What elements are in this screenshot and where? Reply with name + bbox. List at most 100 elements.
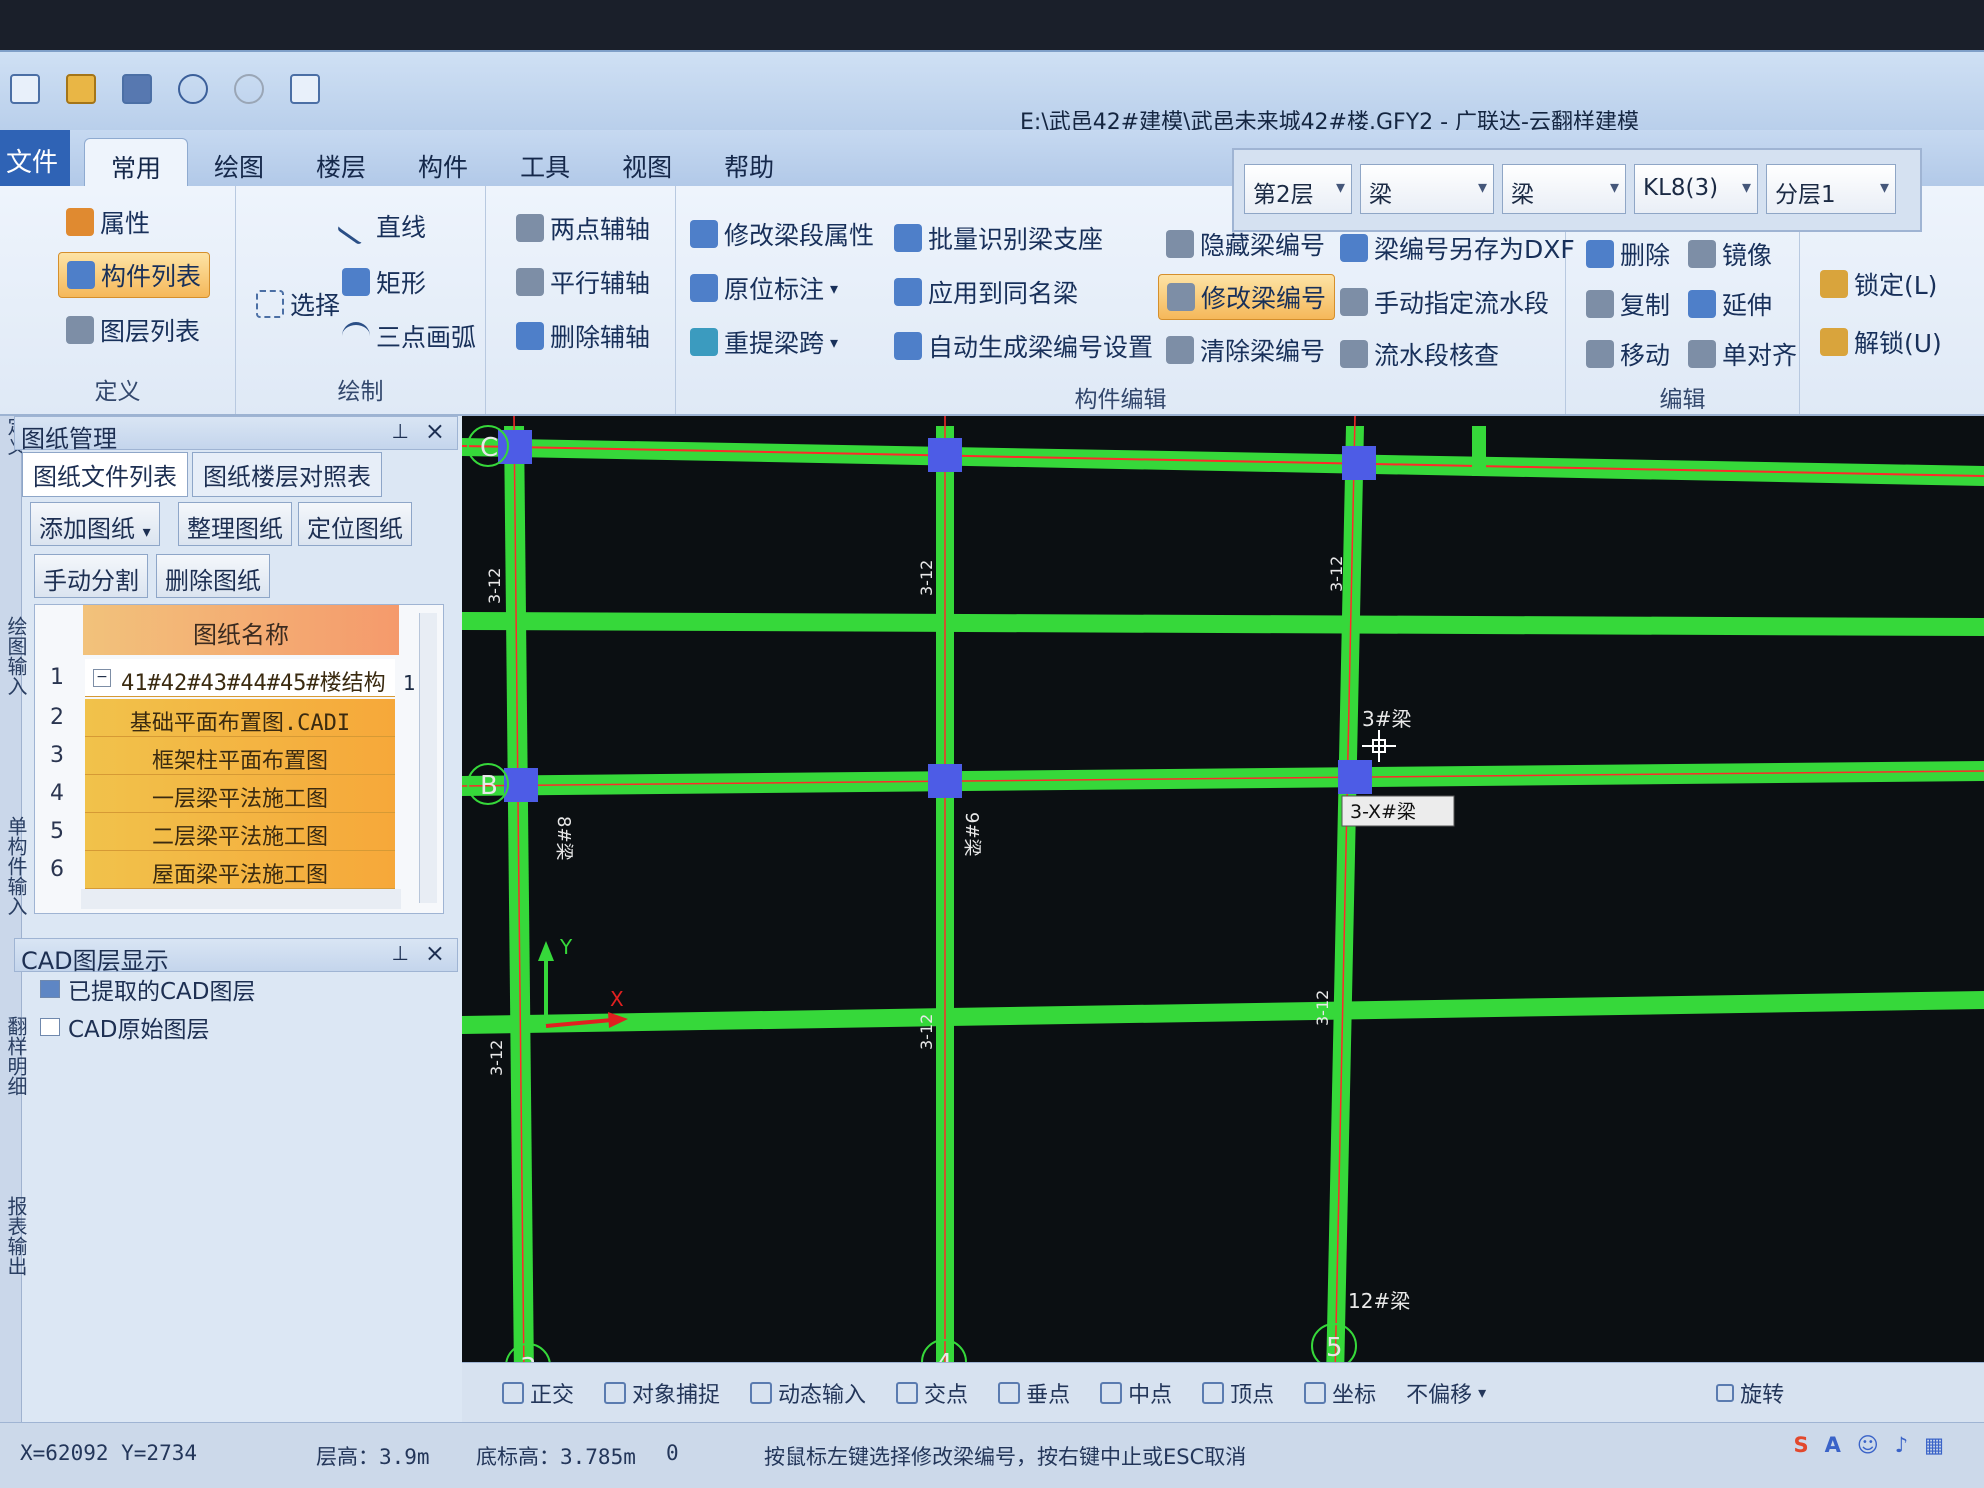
column-marker[interactable]	[928, 764, 962, 798]
layer-checkbox[interactable]	[40, 1018, 60, 1036]
component-select[interactable]: KL8(3)	[1634, 164, 1758, 214]
copy-button[interactable]: 复制	[1586, 286, 1670, 322]
arc-button[interactable]: 三点画弧	[342, 318, 476, 354]
column-header-drawing-name[interactable]: 图纸名称	[83, 605, 399, 655]
save-icon[interactable]	[122, 74, 152, 104]
add-drawing-button[interactable]: 添加图纸 ▾	[30, 502, 160, 546]
two-point-axis-button[interactable]: 两点辅轴	[516, 210, 650, 246]
rotate-toggle[interactable]: 旋转	[1716, 1377, 1784, 1409]
emoji-icon[interactable]: ☺	[1857, 1433, 1879, 1457]
category-select[interactable]: 梁	[1360, 164, 1494, 214]
close-icon[interactable]: ×	[425, 939, 445, 967]
sidebar-tab-draw-input[interactable]: 绘图输入	[2, 616, 31, 696]
collapse-icon[interactable]: −	[93, 669, 111, 687]
column-marker[interactable]	[504, 768, 538, 802]
close-icon[interactable]: ×	[425, 417, 445, 445]
beam-stub[interactable]	[1472, 426, 1486, 476]
modify-number-button[interactable]: 修改梁编号	[1158, 274, 1336, 320]
locate-drawing-button[interactable]: 定位图纸	[298, 502, 412, 546]
layer-list-button[interactable]: 图层列表	[66, 312, 200, 348]
delete-button[interactable]: 删除	[1586, 236, 1670, 272]
line-button[interactable]: 直线	[336, 206, 426, 246]
table-row[interactable]: 5 二层梁平法施工图	[35, 813, 435, 851]
column-marker[interactable]	[1338, 760, 1372, 794]
mirror-button[interactable]: 镜像	[1688, 236, 1772, 272]
sidebar-tab-report[interactable]: 报表输出	[2, 1196, 31, 1276]
intersection-snap[interactable]: 交点	[896, 1377, 968, 1409]
column-marker[interactable]	[1342, 446, 1376, 480]
offset-select[interactable]: 不偏移 ▾	[1406, 1377, 1486, 1409]
extend-button[interactable]: 延伸	[1688, 286, 1772, 322]
type-select[interactable]: 梁	[1502, 164, 1626, 214]
snap-toolbar: 正交 对象捕捉 动态输入 交点 垂点 中点 顶点 坐标 不偏移 ▾ 旋转	[462, 1362, 1984, 1422]
organize-drawing-button[interactable]: 整理图纸	[178, 502, 292, 546]
original-mark-button[interactable]: 原位标注 ▾	[690, 270, 838, 306]
delete-drawing-button[interactable]: 删除图纸	[156, 554, 270, 598]
ortho-toggle[interactable]: 正交	[502, 1377, 574, 1409]
perpendicular-snap[interactable]: 垂点	[998, 1377, 1070, 1409]
apply-same-button[interactable]: 应用到同名梁	[894, 274, 1078, 310]
midpoint-snap[interactable]: 中点	[1100, 1377, 1172, 1409]
coordinate-snap[interactable]: 坐标	[1304, 1377, 1376, 1409]
lock-button[interactable]: 锁定(L)	[1820, 266, 1937, 302]
delete-axis-button[interactable]: 删除辅轴	[516, 318, 650, 354]
open-folder-icon[interactable]	[66, 74, 96, 104]
table-row[interactable]: 2 基础平面布置图.CADI	[35, 699, 435, 737]
ortho-label: 正交	[530, 1382, 575, 1408]
attribute-button[interactable]: 属性	[66, 204, 150, 240]
rect-button[interactable]: 矩形	[342, 264, 426, 300]
object-snap-toggle[interactable]: 对象捕捉	[604, 1377, 720, 1409]
auto-number-button[interactable]: 自动生成梁编号设置	[894, 328, 1153, 364]
batch-support-button[interactable]: 批量识别梁支座	[894, 220, 1103, 256]
table-row[interactable]: 3 框架柱平面布置图	[35, 737, 435, 775]
table-row[interactable]: 4 一层梁平法施工图	[35, 775, 435, 813]
component-list-button[interactable]: 构件列表	[58, 252, 211, 298]
beam-row-2[interactable]	[462, 612, 1984, 636]
rectangle-icon	[342, 268, 370, 296]
beam-plan-svg[interactable]: C B 3 4 5 3#梁 8#梁 9#梁 12#梁 3-12 3-12 3-1…	[462, 416, 1984, 1378]
keyboard-icon[interactable]: ▦	[1924, 1433, 1944, 1457]
table-row[interactable]: 6 屋面梁平法施工图	[35, 851, 435, 889]
save-dxf-button[interactable]: 梁编号另存为DXF	[1340, 230, 1575, 266]
undo-icon[interactable]	[178, 74, 208, 104]
floor-select[interactable]: 第2层	[1244, 164, 1352, 214]
column-marker[interactable]	[928, 438, 962, 472]
parallel-axis-button[interactable]: 平行辅轴	[516, 264, 650, 300]
pin-icon[interactable]: ⊥	[392, 419, 409, 443]
tab-drawing-floor-map[interactable]: 图纸楼层对照表	[192, 452, 382, 497]
tab-file[interactable]: 文件	[0, 130, 70, 186]
layer-select[interactable]: 分层1	[1766, 164, 1896, 214]
cad-layer-extracted[interactable]: 已提取的CAD图层	[40, 972, 256, 1006]
rotate-checkbox[interactable]	[1716, 1383, 1735, 1402]
relift-span-button[interactable]: 重提梁跨 ▾	[690, 324, 838, 360]
redo-icon[interactable]	[234, 74, 264, 104]
ime-icon[interactable]: S	[1793, 1433, 1808, 1457]
sidebar-tab-single-input[interactable]: 单构件输入	[2, 816, 31, 916]
move-button[interactable]: 移动	[1586, 336, 1670, 372]
dynamic-input-toggle[interactable]: 动态输入	[750, 1377, 866, 1409]
flow-check-button[interactable]: 流水段核查	[1340, 336, 1499, 372]
new-file-icon[interactable]	[10, 74, 40, 104]
manual-split-button[interactable]: 手动分割	[34, 554, 148, 598]
sidebar-tab-detail[interactable]: 翻样明细	[2, 1016, 31, 1096]
select-button[interactable]: 选择	[256, 286, 340, 322]
cad-layer-original[interactable]: CAD原始图层	[40, 1010, 256, 1044]
component-list-label: 构件列表	[101, 262, 202, 291]
modify-beam-attr-button[interactable]: 修改梁段属性	[690, 216, 874, 252]
drawing-canvas[interactable]: C B 3 4 5 3#梁 8#梁 9#梁 12#梁 3-12 3-12 3-1…	[462, 416, 1984, 1378]
table-vertical-scrollbar[interactable]	[419, 613, 437, 903]
table-horizontal-scrollbar[interactable]	[81, 889, 401, 909]
layer-checkbox[interactable]	[40, 980, 60, 998]
switch-window-icon[interactable]	[290, 74, 320, 104]
beam-bottom[interactable]	[462, 991, 1984, 1034]
tab-drawing-files[interactable]: 图纸文件列表	[22, 452, 188, 497]
pin-icon[interactable]: ⊥	[392, 941, 409, 965]
vertex-snap[interactable]: 顶点	[1202, 1377, 1274, 1409]
manual-flow-button[interactable]: 手动指定流水段	[1340, 284, 1549, 320]
input-mode-icon[interactable]: A	[1825, 1433, 1841, 1457]
table-row[interactable]: 1 41#42#43#44#45#楼结构 −	[35, 659, 435, 697]
unlock-button[interactable]: 解锁(U)	[1820, 324, 1942, 360]
align-button[interactable]: 单对齐	[1688, 336, 1797, 372]
clear-number-button[interactable]: 清除梁编号	[1166, 332, 1325, 368]
mic-icon[interactable]: ♪	[1895, 1433, 1908, 1457]
